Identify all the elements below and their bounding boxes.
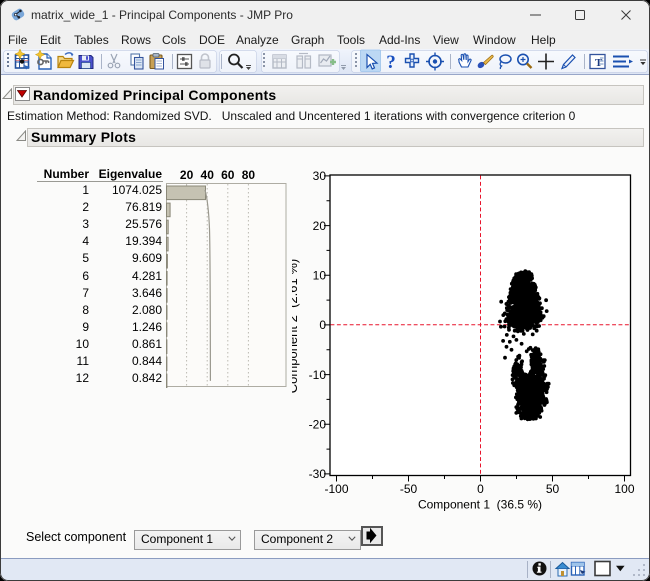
svg-text:60: 60 bbox=[221, 168, 235, 182]
svg-text:Component 1 (36.5 %): Component 1 (36.5 %) bbox=[418, 498, 542, 512]
svg-text:T: T bbox=[595, 57, 603, 69]
svg-text:20: 20 bbox=[180, 168, 194, 182]
svg-text:0: 0 bbox=[477, 482, 484, 496]
svg-text:-30: -30 bbox=[309, 467, 327, 481]
svg-text:-100: -100 bbox=[324, 482, 348, 496]
svg-text:50: 50 bbox=[546, 482, 560, 496]
svg-text:-10: -10 bbox=[309, 368, 327, 382]
svg-text:20: 20 bbox=[313, 219, 327, 233]
svg-text:80: 80 bbox=[242, 168, 256, 182]
svg-text:30: 30 bbox=[313, 169, 327, 183]
svg-text:Component 2 (2.61 %): Component 2 (2.61 %) bbox=[292, 259, 300, 393]
svg-text:0: 0 bbox=[319, 318, 326, 332]
svg-text:100: 100 bbox=[614, 482, 634, 496]
svg-text:40: 40 bbox=[201, 168, 215, 182]
svg-text:-50: -50 bbox=[400, 482, 418, 496]
svg-text:?: ? bbox=[386, 52, 396, 73]
svg-text:-20: -20 bbox=[309, 417, 327, 431]
svg-text:10: 10 bbox=[313, 268, 327, 282]
